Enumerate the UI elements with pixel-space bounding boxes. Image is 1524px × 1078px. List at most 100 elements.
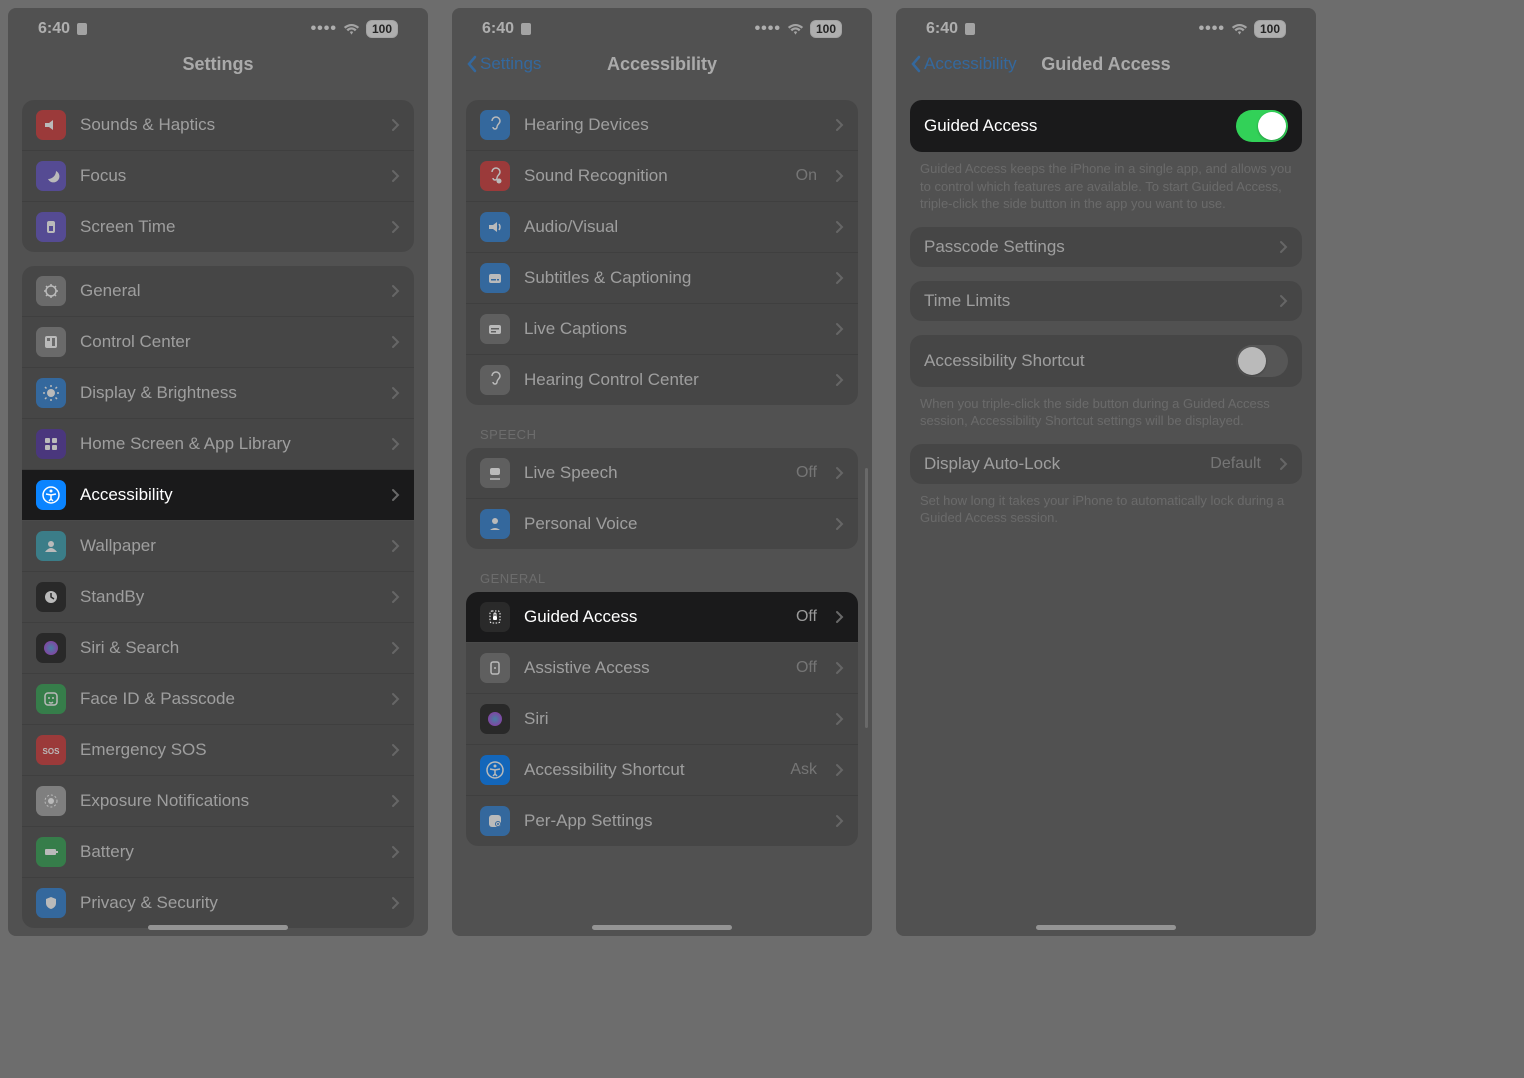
status-card-icon bbox=[76, 22, 88, 36]
row-controlcenter[interactable]: Control Center bbox=[22, 317, 414, 368]
row-hearing[interactable]: Hearing Devices bbox=[466, 100, 858, 151]
row-display[interactable]: Display & Brightness bbox=[22, 368, 414, 419]
timelimits-group: Time Limits bbox=[910, 281, 1302, 321]
personalvoice-icon bbox=[480, 509, 510, 539]
chevron-right-icon bbox=[835, 610, 844, 624]
ga-toggle-group: Guided Access bbox=[910, 100, 1302, 152]
row-label: Face ID & Passcode bbox=[80, 689, 377, 709]
chevron-right-icon bbox=[391, 794, 400, 808]
row-standby[interactable]: StandBy bbox=[22, 572, 414, 623]
battery-badge: 100 bbox=[1254, 20, 1286, 38]
chevron-right-icon bbox=[391, 743, 400, 757]
chevron-right-icon bbox=[835, 517, 844, 531]
chevron-right-icon bbox=[391, 845, 400, 859]
subtitles-icon bbox=[480, 263, 510, 293]
screen-accessibility: 6:40 •••• 100 Settings Accessibility Hea… bbox=[452, 8, 872, 936]
privacy-icon bbox=[36, 888, 66, 918]
row-label: Assistive Access bbox=[524, 658, 782, 678]
accessibility-shortcut-toggle[interactable] bbox=[1236, 345, 1288, 377]
row-subtitles[interactable]: Subtitles & Captioning bbox=[466, 253, 858, 304]
display-auto-lock-row[interactable]: Display Auto-Lock Default bbox=[910, 444, 1302, 484]
chevron-right-icon bbox=[835, 118, 844, 132]
row-label: Control Center bbox=[80, 332, 377, 352]
time-limits-row[interactable]: Time Limits bbox=[910, 281, 1302, 321]
row-exposure[interactable]: Exposure Notifications bbox=[22, 776, 414, 827]
back-label: Accessibility bbox=[924, 54, 1017, 74]
chevron-right-icon bbox=[1279, 294, 1288, 308]
row-perapp[interactable]: Per-App Settings bbox=[466, 796, 858, 846]
guided-access-toggle-row[interactable]: Guided Access bbox=[910, 100, 1302, 152]
row-battery[interactable]: Battery bbox=[22, 827, 414, 878]
row-sounds[interactable]: Sounds & Haptics bbox=[22, 100, 414, 151]
homescreen-icon bbox=[36, 429, 66, 459]
back-label: Settings bbox=[480, 54, 541, 74]
battery-badge: 100 bbox=[810, 20, 842, 38]
chevron-right-icon bbox=[391, 335, 400, 349]
row-screentime[interactable]: Screen Time bbox=[22, 202, 414, 252]
chevron-right-icon bbox=[391, 590, 400, 604]
row-livecaptions[interactable]: Live Captions bbox=[466, 304, 858, 355]
chevron-left-icon bbox=[910, 55, 922, 73]
row-wallpaper[interactable]: Wallpaper bbox=[22, 521, 414, 572]
home-indicator bbox=[1036, 925, 1176, 930]
svg-text:SOS: SOS bbox=[43, 747, 60, 756]
row-sos[interactable]: SOSEmergency SOS bbox=[22, 725, 414, 776]
wifi-icon bbox=[787, 23, 804, 36]
back-button[interactable]: Accessibility bbox=[910, 54, 1017, 74]
row-label: Audio/Visual bbox=[524, 217, 821, 237]
row-faceid[interactable]: Face ID & Passcode bbox=[22, 674, 414, 725]
chevron-right-icon bbox=[391, 437, 400, 451]
chevron-right-icon bbox=[391, 169, 400, 183]
row-soundrec[interactable]: Sound RecognitionOn bbox=[466, 151, 858, 202]
screen-guided-access: 6:40 •••• 100 Accessibility Guided Acces… bbox=[896, 8, 1316, 936]
row-general[interactable]: General bbox=[22, 266, 414, 317]
row-label: Siri & Search bbox=[80, 638, 377, 658]
row-label: Accessibility Shortcut bbox=[524, 760, 776, 780]
sos-icon: SOS bbox=[36, 735, 66, 765]
general-group: Guided AccessOffAssistive AccessOffSiriA… bbox=[466, 592, 858, 846]
chevron-right-icon bbox=[391, 896, 400, 910]
passcode-group: Passcode Settings bbox=[910, 227, 1302, 267]
row-assistive[interactable]: Assistive AccessOff bbox=[466, 643, 858, 694]
row-label: Hearing Devices bbox=[524, 115, 821, 135]
scroll-indicator[interactable] bbox=[865, 468, 868, 728]
row-focus[interactable]: Focus bbox=[22, 151, 414, 202]
row-livespeech[interactable]: Live SpeechOff bbox=[466, 448, 858, 499]
status-card-icon bbox=[520, 22, 532, 36]
row-guided[interactable]: Guided AccessOff bbox=[466, 592, 858, 643]
row-label: Home Screen & App Library bbox=[80, 434, 377, 454]
chevron-right-icon bbox=[391, 118, 400, 132]
row-value: Ask bbox=[790, 761, 817, 779]
row-audiovisual[interactable]: Audio/Visual bbox=[466, 202, 858, 253]
row-homescreen[interactable]: Home Screen & App Library bbox=[22, 419, 414, 470]
row-hearingcc[interactable]: Hearing Control Center bbox=[466, 355, 858, 405]
page-title: Accessibility bbox=[607, 54, 717, 75]
row-siri[interactable]: Siri & Search bbox=[22, 623, 414, 674]
home-indicator bbox=[148, 925, 288, 930]
livecaptions-icon bbox=[480, 314, 510, 344]
back-button[interactable]: Settings bbox=[466, 54, 541, 74]
row-privacy[interactable]: Privacy & Security bbox=[22, 878, 414, 928]
passcode-settings-row[interactable]: Passcode Settings bbox=[910, 227, 1302, 267]
guided-access-toggle[interactable] bbox=[1236, 110, 1288, 142]
general-header: GENERAL bbox=[480, 571, 844, 586]
row-label: Live Speech bbox=[524, 463, 782, 483]
row-accessibility[interactable]: Accessibility bbox=[22, 470, 414, 521]
row-personalvoice[interactable]: Personal Voice bbox=[466, 499, 858, 549]
home-indicator bbox=[592, 925, 732, 930]
wifi-icon bbox=[1231, 23, 1248, 36]
page-title: Guided Access bbox=[1041, 54, 1170, 75]
focus-icon bbox=[36, 161, 66, 191]
status-time: 6:40 bbox=[38, 20, 70, 38]
chevron-right-icon bbox=[391, 539, 400, 553]
chevron-right-icon bbox=[391, 386, 400, 400]
standby-icon bbox=[36, 582, 66, 612]
guided-icon bbox=[480, 602, 510, 632]
exposure-icon bbox=[36, 786, 66, 816]
row-label: Screen Time bbox=[80, 217, 377, 237]
row-siri[interactable]: Siri bbox=[466, 694, 858, 745]
row-shortcut[interactable]: Accessibility Shortcut Ask bbox=[466, 745, 858, 796]
row-label: Privacy & Security bbox=[80, 893, 377, 913]
accessibility-shortcut-toggle-row[interactable]: Accessibility Shortcut bbox=[910, 335, 1302, 387]
autolock-footer: Set how long it takes your iPhone to aut… bbox=[920, 492, 1292, 527]
